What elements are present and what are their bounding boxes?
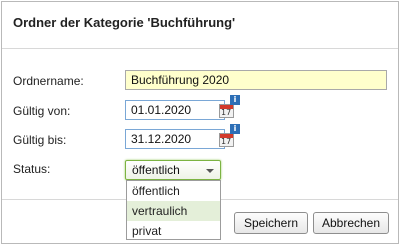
- status-option-confidential[interactable]: vertraulich: [127, 201, 220, 221]
- folder-name-label: Ordnername:: [13, 74, 84, 88]
- save-button[interactable]: Speichern: [234, 212, 308, 234]
- status-select-value: öffentlich: [132, 163, 180, 177]
- calendar-icon[interactable]: 17: [219, 104, 234, 118]
- status-option-private[interactable]: privat: [127, 221, 220, 241]
- cancel-button[interactable]: Abbrechen: [313, 212, 389, 234]
- dialog-title: Ordner der Kategorie 'Buchführung': [13, 15, 236, 30]
- valid-to-label: Gültig bis:: [13, 133, 67, 147]
- status-option-public[interactable]: öffentlich: [127, 181, 220, 201]
- valid-from-input[interactable]: 01.01.2020: [125, 100, 225, 120]
- status-label: Status:: [13, 162, 51, 176]
- status-select[interactable]: öffentlich: [125, 160, 221, 180]
- folder-dialog: Ordner der Kategorie 'Buchführung' Ordne…: [1, 1, 399, 244]
- chevron-down-icon[interactable]: [206, 169, 214, 173]
- folder-name-input[interactable]: Buchführung 2020: [125, 70, 387, 90]
- calendar-icon-day: 17: [221, 137, 232, 146]
- valid-to-input[interactable]: 31.12.2020: [125, 129, 225, 149]
- valid-from-label: Gültig von:: [13, 104, 71, 118]
- info-icon[interactable]: i: [230, 95, 240, 105]
- calendar-icon-day: 17: [221, 108, 232, 117]
- status-dropdown-list: öffentlich vertraulich privat: [126, 180, 221, 240]
- title-divider: [2, 48, 398, 49]
- calendar-icon[interactable]: 17: [219, 133, 234, 147]
- info-icon[interactable]: i: [230, 124, 240, 134]
